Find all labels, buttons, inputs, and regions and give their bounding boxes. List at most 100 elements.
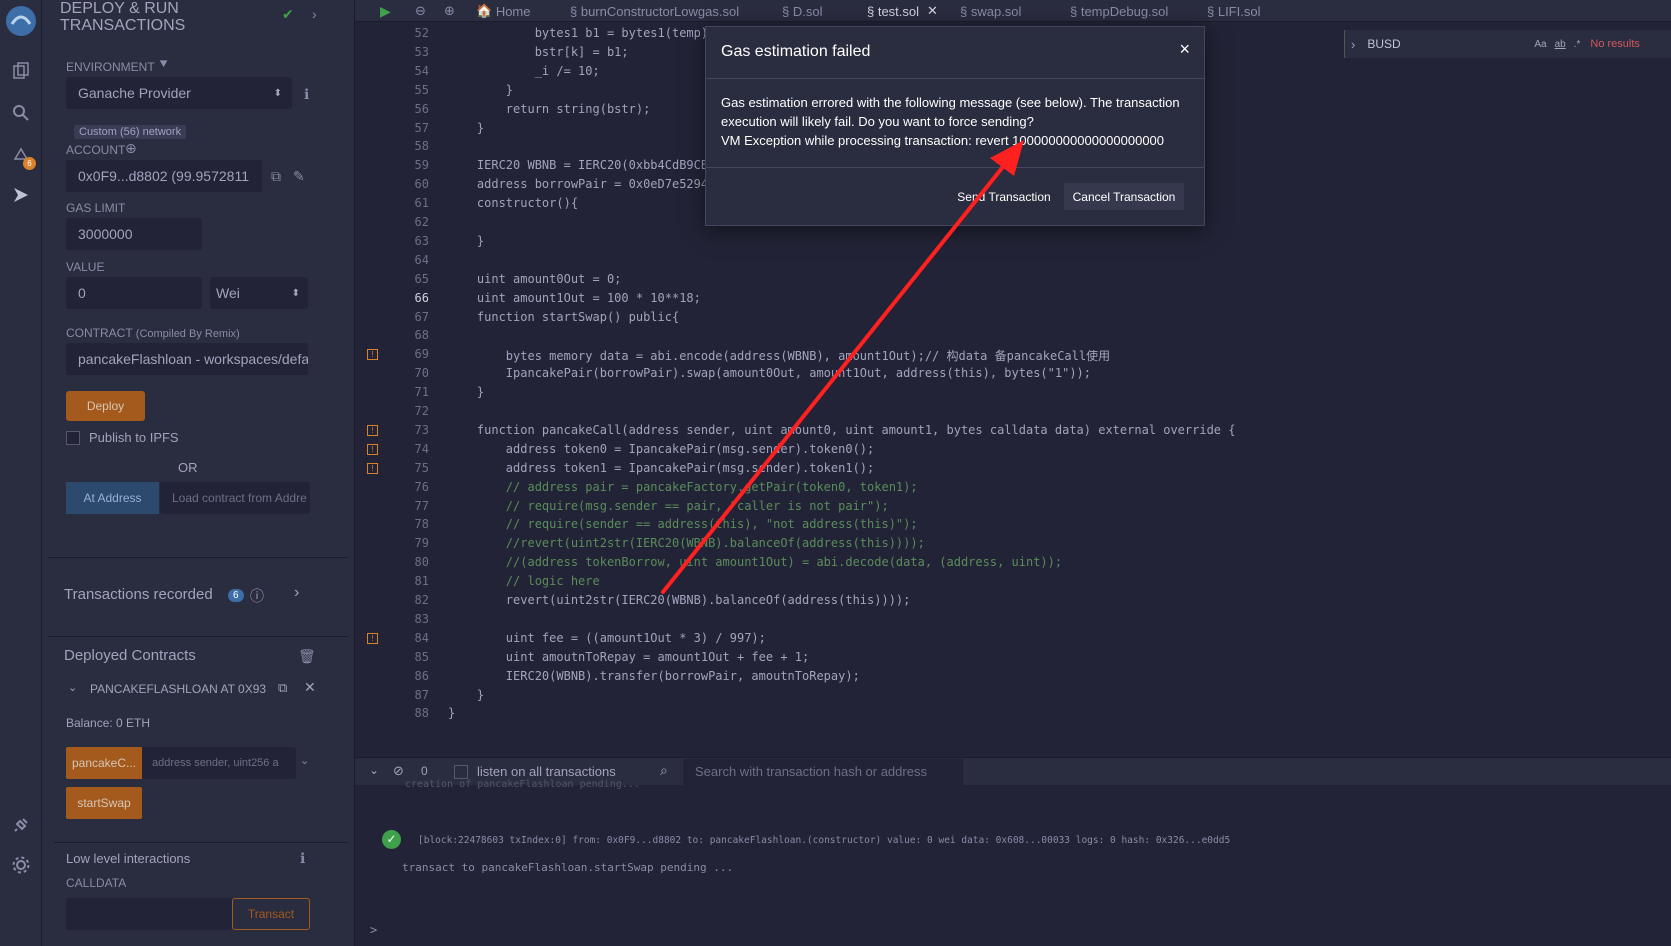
chevron-right-icon[interactable]: › [294,584,299,602]
tab-tempdebug[interactable]: § tempDebug.sol [1070,0,1168,22]
deploy-button[interactable]: Deploy [66,391,145,421]
code-line: revert(uint2str(IERC20(WBNB).balanceOf(a… [448,593,911,607]
at-address-button[interactable]: At Address [66,482,159,514]
gas-limit-input[interactable]: 3000000 [66,218,202,250]
calldata-input[interactable] [66,898,232,930]
line-number: 73 [414,422,429,437]
code-line: uint fee = ((amount1Out * 3) / 997); [448,630,766,645]
deploy-run-icon[interactable] [8,182,34,208]
code-line: return string(bstr); [448,101,651,116]
trash-icon[interactable]: 🗑 [298,648,316,665]
line-number: 88 [414,706,429,721]
clear-console-icon[interactable]: ⊘ [393,763,404,779]
zoom-out-icon[interactable]: ⊖ [415,0,426,22]
code-line: // require(msg.sender == pair, "caller i… [448,498,889,513]
code-line: //revert(uint2str(IERC20(WBNB).balanceOf… [448,536,925,551]
warning-marker-icon[interactable]: ! [367,632,378,644]
panel-title: DEPLOY & RUN TRANSACTIONS [60,0,186,34]
transaction-search-input[interactable]: Search with transaction hash or address [683,759,963,785]
pancakecall-function-button[interactable]: pancakeC... [66,747,142,779]
startswap-function-button[interactable]: startSwap [66,787,142,819]
environment-select[interactable]: Ganache Provider ⬍ [66,77,292,109]
line-number: 69 [414,347,429,362]
copy-icon[interactable]: ⧉ [278,680,287,696]
chevron-right-icon[interactable]: › [1351,37,1355,52]
chevron-down-icon[interactable]: ⌄ [300,754,309,767]
warning-marker-icon[interactable]: ! [367,349,378,361]
code-line: _i /= 10; [448,63,600,78]
code-line: } [448,82,514,97]
add-account-icon[interactable]: ⊕ [125,140,137,157]
find-input[interactable]: BUSD [1367,37,1532,51]
publish-ipfs-checkbox[interactable] [66,431,80,445]
match-case-toggle[interactable]: Aa [1534,39,1546,50]
file-explorer-icon[interactable] [8,58,34,84]
gas-limit-label: GAS LIMIT [66,201,126,215]
code-line: uint amoutnToRepay = amount1Out + fee + … [448,649,810,664]
contract-instance-header[interactable]: ⌄ PANCAKEFLASHLOAN AT 0X93 ⧉ ✕ [66,674,318,704]
cancel-transaction-button[interactable]: Cancel Transaction [1064,183,1184,210]
transactions-count-badge: 6 [228,589,244,602]
tab-test[interactable]: § test.sol ✕ [867,0,938,22]
line-number: 80 [414,555,429,570]
code-line: IERC20(WBNB).transfer(borrowPair, amoutn… [448,668,860,683]
account-select[interactable]: 0x0F9...d8802 (99.9572811 [66,160,262,192]
warning-marker-icon[interactable]: ! [367,443,378,455]
transact-button[interactable]: Transact [232,898,310,930]
publish-ipfs-label: Publish to IPFS [89,430,179,445]
plugin-manager-icon[interactable] [8,812,34,838]
collapse-terminal-icon[interactable]: ⌄ [369,763,379,777]
warning-marker-icon[interactable]: ! [367,424,378,436]
tab-d[interactable]: § D.sol [782,0,822,22]
remix-logo-icon[interactable] [4,4,38,38]
close-icon[interactable]: ✕ [304,679,316,696]
value-input[interactable]: 0 [66,277,202,309]
settings-gear-icon[interactable] [8,852,34,878]
send-transaction-button[interactable]: Send Transaction [954,183,1054,210]
load-contract-input[interactable]: Load contract from Addre [160,482,310,514]
search-icon[interactable] [8,100,34,126]
zoom-in-icon[interactable]: ⊕ [444,0,455,22]
code-line: bytes1 b1 = bytes1(temp); [448,26,716,40]
info-icon[interactable]: ℹ [300,850,305,867]
tab-home[interactable]: 🏠 Home [476,0,531,22]
or-label: OR [178,460,198,475]
contract-select[interactable]: pancakeFlashloan - workspaces/defa [66,343,308,375]
code-line: address token1 = IpancakePair(msg.sender… [448,460,875,475]
terminal-output: creation of pancakeFlashloan pending... … [355,779,1671,946]
value-unit-select[interactable]: Wei ⬍ [210,277,308,309]
line-number: 79 [414,536,429,551]
chevron-down-icon[interactable]: ⌄ [68,681,77,694]
close-icon[interactable]: × [1179,39,1190,60]
edit-icon[interactable]: ✎ [293,168,305,185]
tab-lifi[interactable]: § LIFI.sol [1207,0,1260,22]
line-number: 74 [414,441,429,456]
modal-message: Gas estimation errored with the followin… [721,93,1191,150]
line-number: 54 [414,63,429,78]
close-tab-icon[interactable]: ✕ [927,3,938,19]
search-icon: ⌕ [660,762,668,778]
tab-burnconstructorlowgas[interactable]: § burnConstructorLowgas.sol [570,0,739,22]
copy-icon[interactable]: ⧉ [271,168,281,185]
pancakecall-args-input[interactable]: address sender, uint256 a [142,747,296,779]
whole-word-toggle[interactable]: ab [1555,39,1566,50]
chevron-right-icon[interactable]: › [312,6,317,22]
info-icon[interactable]: ⓘ [250,586,264,606]
tab-swap[interactable]: § swap.sol [960,0,1021,22]
select-arrows-icon: ⬍ [273,87,282,99]
line-number: 58 [414,139,429,154]
warning-marker-icon[interactable]: ! [367,462,378,474]
run-script-icon[interactable]: ▶ [380,0,391,22]
solidity-compiler-icon[interactable]: 6 [8,142,36,170]
icon-rail: 6 [0,0,42,946]
code-line: } [448,233,485,248]
code-line: constructor(){ [448,196,579,211]
listen-checkbox[interactable] [454,765,468,779]
transactions-recorded-section[interactable]: Transactions recorded 6 ⓘ › [48,557,348,637]
transaction-log-line[interactable]: [block:22478603 txIndex:0] from: 0x0F9..… [418,835,1230,846]
line-number: 83 [414,611,429,626]
terminal-prompt[interactable]: > [370,923,377,937]
regex-toggle[interactable]: .* [1574,39,1581,50]
info-icon[interactable]: ℹ [304,86,309,103]
line-number: 71 [414,385,429,400]
